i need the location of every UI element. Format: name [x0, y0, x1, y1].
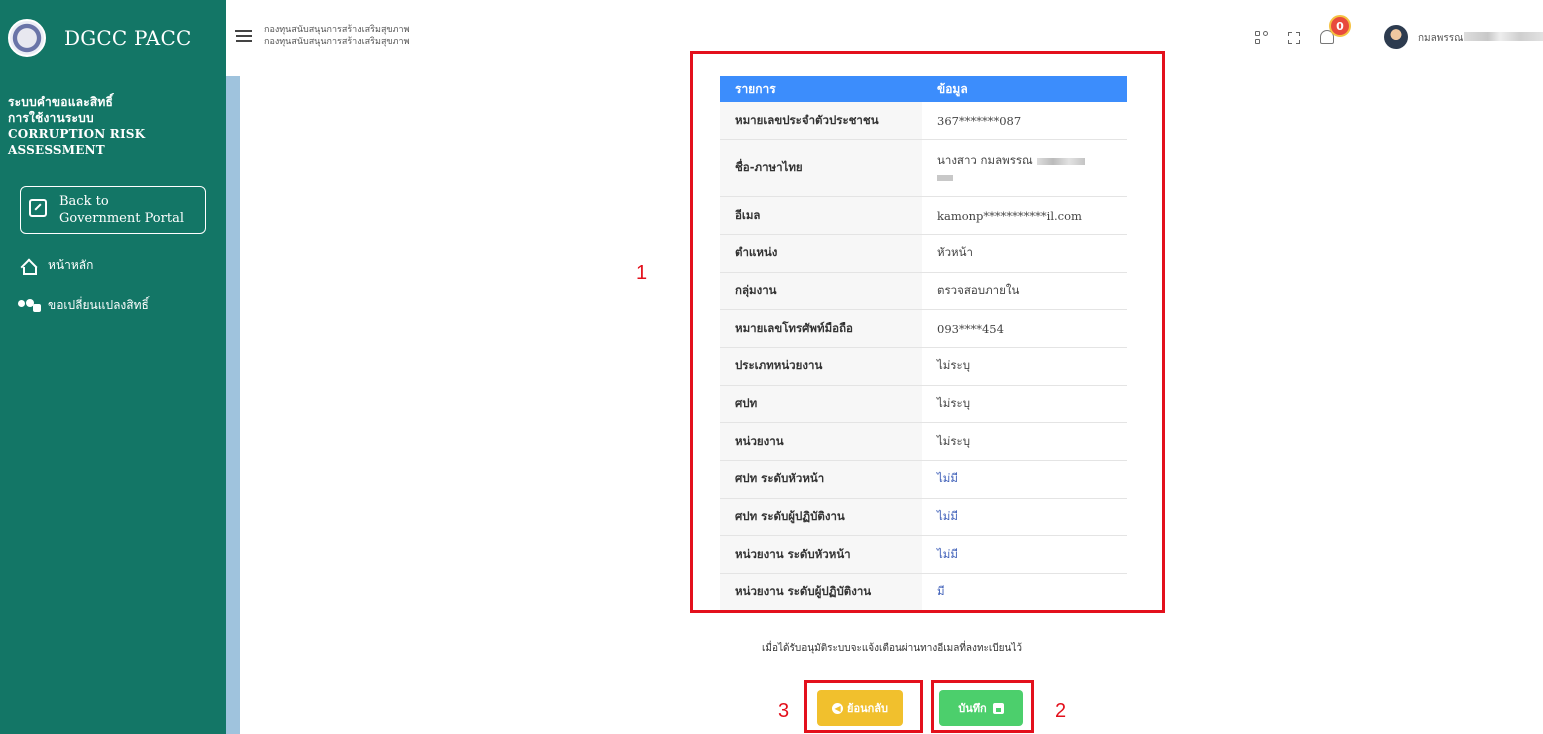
table-cell-value: ไม่มี — [922, 498, 1127, 537]
fullscreen-icon[interactable] — [1288, 32, 1300, 44]
sidebar-item-change-permission[interactable]: ขอเปลี่ยนแปลงสิทธิ์ — [18, 296, 149, 315]
back-to-portal-label: Back to — [59, 194, 109, 209]
back-to-portal-label: Government Portal — [59, 211, 184, 226]
back-to-portal-button[interactable]: Back to Government Portal — [20, 186, 206, 234]
table-cell-value: ไม่มี — [922, 535, 1127, 575]
system-name: ระบบคำขอและสิทธิ์ การใช้งานระบบ CORRUPTI… — [0, 76, 226, 158]
column-header: ข้อมูล — [922, 76, 1127, 102]
annotation-number: 1 — [636, 262, 648, 284]
table-cell-value: ตรวจสอบภายใน — [922, 272, 1127, 311]
table-header-row: รายการ ข้อมูล — [720, 76, 1127, 102]
main-content: รายการ ข้อมูล หมายเลขประจำตัวประชาชน 367*… — [240, 76, 1543, 734]
user-name-redacted — [1464, 32, 1543, 41]
table-cell-value: 367*******087 — [922, 102, 1127, 141]
apps-icon[interactable] — [1255, 31, 1269, 45]
table-cell-label: ศปท ระดับผู้ปฏิบัติงาน — [720, 498, 922, 537]
name-redacted — [1036, 157, 1085, 165]
system-name-line: CORRUPTION RISK — [8, 127, 146, 141]
arrow-left-circle-icon: ◀ — [832, 702, 844, 714]
logo — [8, 19, 46, 57]
table-cell-label: หมายเลขประจำตัวประชาชน — [720, 102, 922, 141]
table-cell-value: ไม่ระบุ — [922, 422, 1127, 461]
app-title: DGCC PACC — [64, 26, 192, 50]
system-name-line: ระบบคำขอและสิทธิ์ — [8, 95, 113, 109]
user-name[interactable]: กมลพรรณ — [1418, 31, 1463, 46]
system-name-line: การใช้งานระบบ — [8, 111, 94, 125]
table-cell-label: หน่วยงาน — [720, 422, 922, 461]
org-name-sub: กองทุนสนับสนุนการสร้างเสริมสุขภาพ — [264, 37, 410, 47]
table-row: ชื่อ-ภาษาไทย นางสาว กมลพรรณ — [720, 139, 1127, 198]
table-cell-label: ประเภทหน่วยงาน — [720, 347, 922, 386]
external-link-icon — [29, 199, 47, 217]
approval-notice: เมื่อได้รับอนุมัติระบบจะแจ้งเตือนผ่านทาง… — [762, 643, 1023, 654]
table-row: ศปท ระดับหัวหน้า ไม่มี — [720, 460, 1127, 499]
table-cell-label: ตำแหน่ง — [720, 234, 922, 273]
back-button[interactable]: ◀ ย้อนกลับ — [817, 690, 903, 726]
save-button-label: บันทึก — [958, 702, 987, 715]
table-row: หน่วยงาน ระดับหัวหน้า ไม่มี — [720, 535, 1127, 575]
column-header: รายการ — [720, 76, 922, 102]
table-cell-value: หัวหน้า — [922, 234, 1127, 273]
sidebar: DGCC PACC ระบบคำขอและสิทธิ์ การใช้งานระบ… — [0, 0, 226, 734]
table-row: หน่วยงาน ระดับผู้ปฏิบัติงาน มี — [720, 573, 1127, 612]
table-cell-label: ศปท ระดับหัวหน้า — [720, 460, 922, 499]
table-cell-label: หน่วยงาน ระดับหัวหน้า — [720, 535, 922, 575]
sidebar-item-home[interactable]: หน้าหลัก — [20, 256, 93, 275]
annotation-number: 2 — [1055, 700, 1067, 722]
menu-icon[interactable] — [235, 30, 252, 42]
info-table: รายการ ข้อมูล หมายเลขประจำตัวประชาชน 367*… — [720, 76, 1127, 612]
table-row: ประเภทหน่วยงาน ไม่ระบุ — [720, 347, 1127, 386]
table-cell-value: ไม่มี — [922, 460, 1127, 499]
table-cell-value: ไม่ระบุ — [922, 347, 1127, 386]
table-cell-value: ไม่ระบุ — [922, 385, 1127, 424]
table-cell-value: มี — [922, 573, 1127, 612]
table-cell-value: 093****454 — [922, 309, 1127, 348]
table-row: หมายเลขโทรศัพท์มือถือ 093****454 — [720, 309, 1127, 348]
avatar[interactable] — [1384, 25, 1408, 49]
table-cell-value: นางสาว กมลพรรณ — [922, 139, 1127, 198]
table-cell-label: กลุ่มงาน — [720, 272, 922, 311]
table-row: หน่วยงาน ไม่ระบุ — [720, 422, 1127, 461]
table-cell-label: หมายเลขโทรศัพท์มือถือ — [720, 309, 922, 348]
topbar: กองทุนสนับสนุนการสร้างเสริมสุขภาพ กองทุน… — [226, 0, 1543, 76]
table-row: กลุ่มงาน ตรวจสอบภายใน — [720, 272, 1127, 311]
users-gear-icon — [18, 298, 42, 313]
table-cell-label: หน่วยงาน ระดับผู้ปฏิบัติงาน — [720, 573, 922, 612]
sidebar-header: DGCC PACC — [0, 0, 226, 76]
sidebar-item-label: หน้าหลัก — [48, 258, 94, 272]
table-cell-label: อีเมล — [720, 196, 922, 235]
home-icon — [20, 259, 37, 275]
table-row: ตำแหน่ง หัวหน้า — [720, 234, 1127, 273]
notification-badge: 0 — [1329, 15, 1351, 37]
system-name-line: ASSESSMENT — [8, 143, 105, 157]
table-cell-label: ชื่อ-ภาษาไทย — [720, 139, 922, 198]
annotation-number: 3 — [778, 700, 790, 722]
table-row: หมายเลขประจำตัวประชาชน 367*******087 — [720, 102, 1127, 141]
table-row: ศปท ระดับผู้ปฏิบัติงาน ไม่มี — [720, 498, 1127, 537]
name-redacted — [937, 175, 953, 182]
save-icon — [992, 702, 1004, 714]
table-row: ศปท ไม่ระบุ — [720, 385, 1127, 424]
sidebar-item-label: ขอเปลี่ยนแปลงสิทธิ์ — [48, 298, 149, 312]
back-button-label: ย้อนกลับ — [847, 702, 888, 715]
table-cell-label: ศปท — [720, 385, 922, 424]
save-button[interactable]: บันทึก — [939, 690, 1023, 726]
table-cell-value: kamonp***********il.com — [922, 196, 1127, 235]
table-row: อีเมล kamonp***********il.com — [720, 196, 1127, 235]
